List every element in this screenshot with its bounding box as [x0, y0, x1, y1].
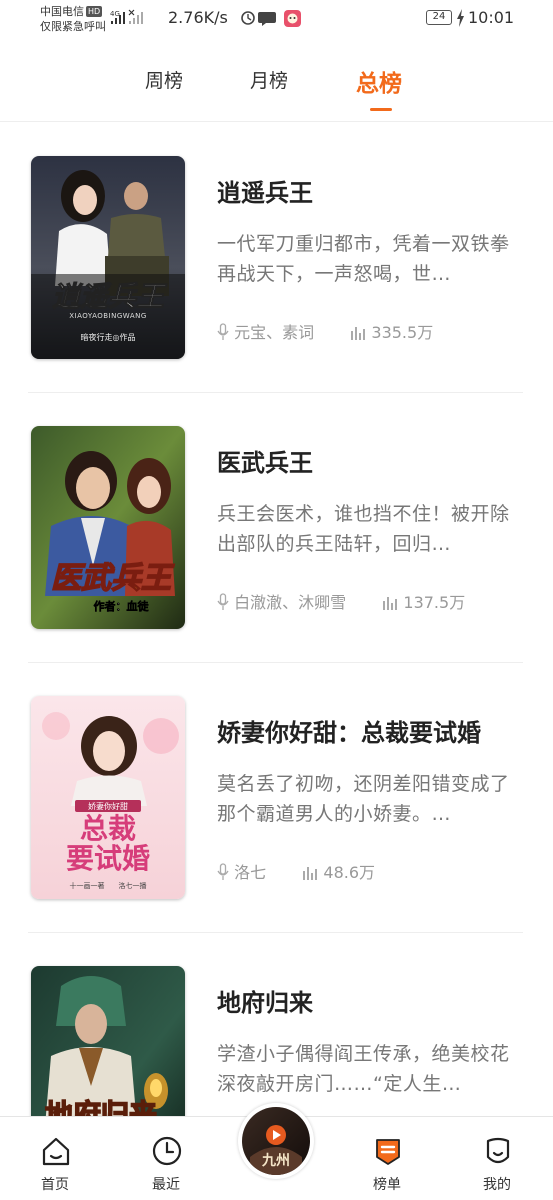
book-title: 娇妻你好甜：总裁要试婚 — [217, 719, 481, 747]
play-count-icon — [383, 597, 398, 610]
microphone-icon — [217, 863, 229, 880]
signal-icon: 4G — [110, 9, 143, 24]
microphone-icon — [217, 593, 229, 610]
cover-subtitle: XIAOYAOBINGWANG — [69, 312, 147, 320]
book-meta: 白澈澈、沐卿雪 137.5万 — [217, 589, 466, 612]
bottom-navigation: 首页 最近 九州 榜单 我的 — [0, 1103, 553, 1200]
book-meta: 洛七 48.6万 — [217, 859, 376, 882]
cover-line2: 要试婚 — [66, 842, 150, 875]
now-playing-cover: 九州 — [242, 1107, 310, 1175]
carrier-info: 中国电信 HD 仅限紧急呼叫 — [40, 4, 106, 34]
microphone-icon — [217, 323, 229, 340]
emergency-text: 仅限紧急呼叫 — [40, 20, 106, 33]
status-bar: 中国电信 HD 仅限紧急呼叫 4G 2.76K/s 24 10:01 — [0, 0, 553, 40]
nav-ranking[interactable]: 榜单 — [352, 1117, 422, 1200]
cover-author: 作者：血徒 — [94, 599, 150, 613]
clock-icon — [152, 1136, 182, 1166]
nav-mine[interactable]: 我的 — [462, 1117, 532, 1200]
cover-author: 十一画一著 洛七一播 — [70, 881, 147, 890]
cover-author: 暗夜行走◎作品 — [81, 332, 136, 342]
tab-overall[interactable]: 总榜 — [356, 64, 402, 98]
narrators: 白澈澈、沐卿雪 — [234, 593, 347, 612]
cover-top-text: 娇妻你好甜 — [88, 801, 128, 811]
home-icon — [42, 1137, 70, 1166]
book-item[interactable]: 医武兵王 作者：血徒 医武兵王 兵王会医术，谁也挡不住！被开除出部队的兵王陆轩，… — [0, 393, 553, 663]
nav-ranking-label: 榜单 — [373, 1177, 401, 1193]
nav-mine-label: 我的 — [483, 1177, 511, 1193]
nav-recent-label: 最近 — [152, 1177, 180, 1193]
book-cover: 医武兵王 作者：血徒 — [31, 426, 185, 629]
book-description: 一代军刀重归都市，凭着一双铁拳再战天下，一声怒喝，世… — [217, 233, 510, 285]
book-item[interactable]: 娇妻你好甜 总裁 要试婚 十一画一著 洛七一播 娇妻你好甜：总裁要试婚 莫名丢了… — [0, 663, 553, 933]
book-cover: 娇妻你好甜 总裁 要试婚 十一画一著 洛七一播 — [31, 696, 185, 899]
clock-time: 10:01 — [468, 8, 515, 27]
ranking-icon — [376, 1139, 400, 1165]
play-count: 48.6万 — [323, 863, 376, 882]
book-description: 学渣小子偶得阎王传承，绝美校花深夜敲开房门……“定人生… — [217, 1043, 510, 1095]
battery-indicator: 24 — [426, 10, 452, 25]
nav-home[interactable]: 首页 — [20, 1117, 90, 1200]
cover-title: 医武兵王 — [51, 561, 175, 596]
book-description: 莫名丢了初吻，还阴差阳错变成了那个霸道男人的小娇妻。… — [217, 773, 510, 825]
carrier-name: 中国电信 — [40, 5, 84, 18]
play-count-icon — [351, 327, 366, 340]
narrators: 元宝、素词 — [234, 323, 315, 342]
hd-badge: HD — [86, 6, 103, 17]
nav-home-label: 首页 — [41, 1177, 69, 1193]
active-tab-indicator — [370, 108, 392, 111]
tab-monthly[interactable]: 月榜 — [250, 66, 288, 93]
tab-weekly[interactable]: 周榜 — [145, 66, 183, 93]
network-type: 4G — [110, 10, 120, 18]
profile-icon — [486, 1137, 510, 1164]
cover-title: 逍遥兵王 — [52, 280, 168, 313]
book-title: 地府归来 — [217, 989, 313, 1017]
now-playing-disc[interactable]: 九州 — [238, 1103, 314, 1179]
cover-line1: 总裁 — [80, 812, 136, 845]
play-count-icon — [303, 867, 318, 880]
network-speed: 2.76K/s — [168, 8, 228, 27]
book-item[interactable]: 逍遥兵王 XIAOYAOBINGWANG 暗夜行走◎作品 逍遥兵王 一代军刀重归… — [0, 123, 553, 393]
play-count: 137.5万 — [403, 593, 466, 612]
ranking-tabs: 周榜 月榜 总榜 — [0, 40, 553, 122]
play-count: 335.5万 — [371, 323, 434, 342]
charging-icon — [457, 9, 464, 27]
book-title: 逍遥兵王 — [217, 179, 313, 207]
book-title: 医武兵王 — [217, 449, 313, 477]
disc-cover-text: 九州 — [261, 1153, 290, 1169]
book-cover: 逍遥兵王 XIAOYAOBINGWANG 暗夜行走◎作品 — [31, 156, 185, 359]
book-description: 兵王会医术，谁也挡不住！被开除出部队的兵王陆轩，回归… — [217, 503, 510, 555]
notification-icons — [241, 10, 301, 27]
book-meta: 元宝、素词 335.5万 — [217, 319, 434, 342]
narrators: 洛七 — [234, 863, 267, 882]
nav-recent[interactable]: 最近 — [131, 1117, 201, 1200]
